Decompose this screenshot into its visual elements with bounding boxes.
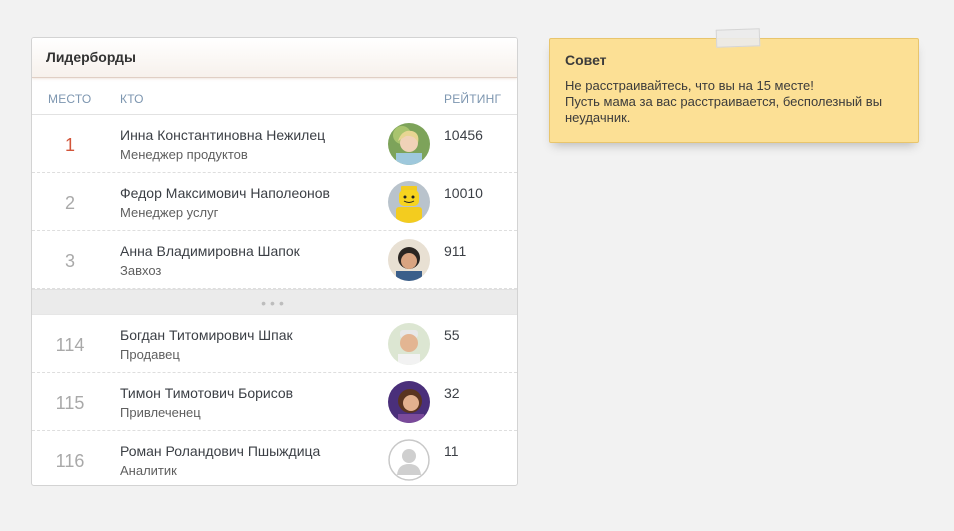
user-role: Продавец (120, 347, 180, 362)
column-who: КТО (120, 92, 144, 106)
tape-decoration (715, 28, 761, 48)
user-score: 11 (444, 443, 459, 459)
leaderboard-row[interactable]: 116 Роман Роландович Пшыждица Аналитик 1… (32, 431, 517, 485)
rank-number: 3 (64, 251, 75, 271)
leaderboard-header: Лидерборды (32, 38, 517, 78)
user-score: 55 (444, 327, 460, 343)
column-rating: РЕЙТИНГ (444, 92, 502, 106)
tip-line: Не расстраивайтесь, что вы на 15 месте! (565, 78, 814, 93)
rank-number: 115 (55, 393, 85, 413)
user-name: Богдан Титомирович Шпак (120, 327, 293, 343)
user-name: Анна Владимировна Шапок (120, 243, 300, 259)
rank-number: 114 (55, 335, 85, 355)
user-role: Привлеченец (120, 405, 201, 420)
user-role: Менеджер услуг (120, 205, 219, 220)
user-name: Роман Роландович Пшыждица (120, 443, 321, 459)
leaderboard-row[interactable]: 114 Богдан Титомирович Шпак Продавец 55 (32, 315, 517, 373)
user-role: Аналитик (120, 463, 177, 478)
ellipsis-icon: ••• (261, 295, 288, 311)
tip-text: Не расстраивайтесь, что вы на 15 месте! … (565, 78, 905, 126)
user-name: Тимон Тимотович Борисов (120, 385, 294, 401)
user-name: Федор Максимович Наполеонов (120, 185, 330, 201)
column-headers: МЕСТО КТО РЕЙТИНГ (32, 78, 517, 115)
rank-number: 2 (64, 193, 75, 213)
default-user-icon[interactable] (388, 439, 430, 481)
leaderboard-row[interactable]: 1 Инна Константиновна Нежилец Менеджер п… (32, 115, 517, 173)
leaderboard-row[interactable]: 2 Федор Максимович Наполеонов Менеджер у… (32, 173, 517, 231)
user-role: Менеджер продуктов (120, 147, 248, 162)
photo-woman-icon[interactable] (388, 123, 430, 165)
user-name: Инна Константиновна Нежилец (120, 127, 326, 143)
user-score: 10456 (444, 127, 483, 143)
photo-man-icon[interactable] (388, 323, 430, 365)
photo-woman-icon[interactable] (388, 381, 430, 423)
leaderboard-panel: Лидерборды МЕСТО КТО РЕЙТИНГ 1 Инна Конс… (31, 37, 518, 486)
show-more-gap[interactable]: ••• (32, 289, 517, 315)
user-score: 10010 (444, 185, 483, 201)
user-score: 911 (444, 243, 467, 259)
tip-title: Совет (565, 52, 607, 68)
leaderboard-title: Лидерборды (46, 49, 136, 65)
photo-man-icon[interactable] (388, 239, 430, 281)
user-score: 32 (444, 385, 460, 401)
lego-figure-icon[interactable] (388, 181, 430, 223)
column-place: МЕСТО (48, 92, 92, 106)
tip-note: Совет Не расстраивайтесь, что вы на 15 м… (549, 28, 919, 143)
rank-number: 1 (64, 135, 75, 155)
tip-line: Пусть мама за вас расстраивается, беспол… (565, 94, 883, 125)
user-role: Завхоз (120, 263, 162, 278)
leaderboard-row[interactable]: 3 Анна Владимировна Шапок Завхоз 911 (32, 231, 517, 289)
leaderboard-row[interactable]: 115 Тимон Тимотович Борисов Привлеченец … (32, 373, 517, 431)
rank-number: 116 (55, 451, 85, 471)
